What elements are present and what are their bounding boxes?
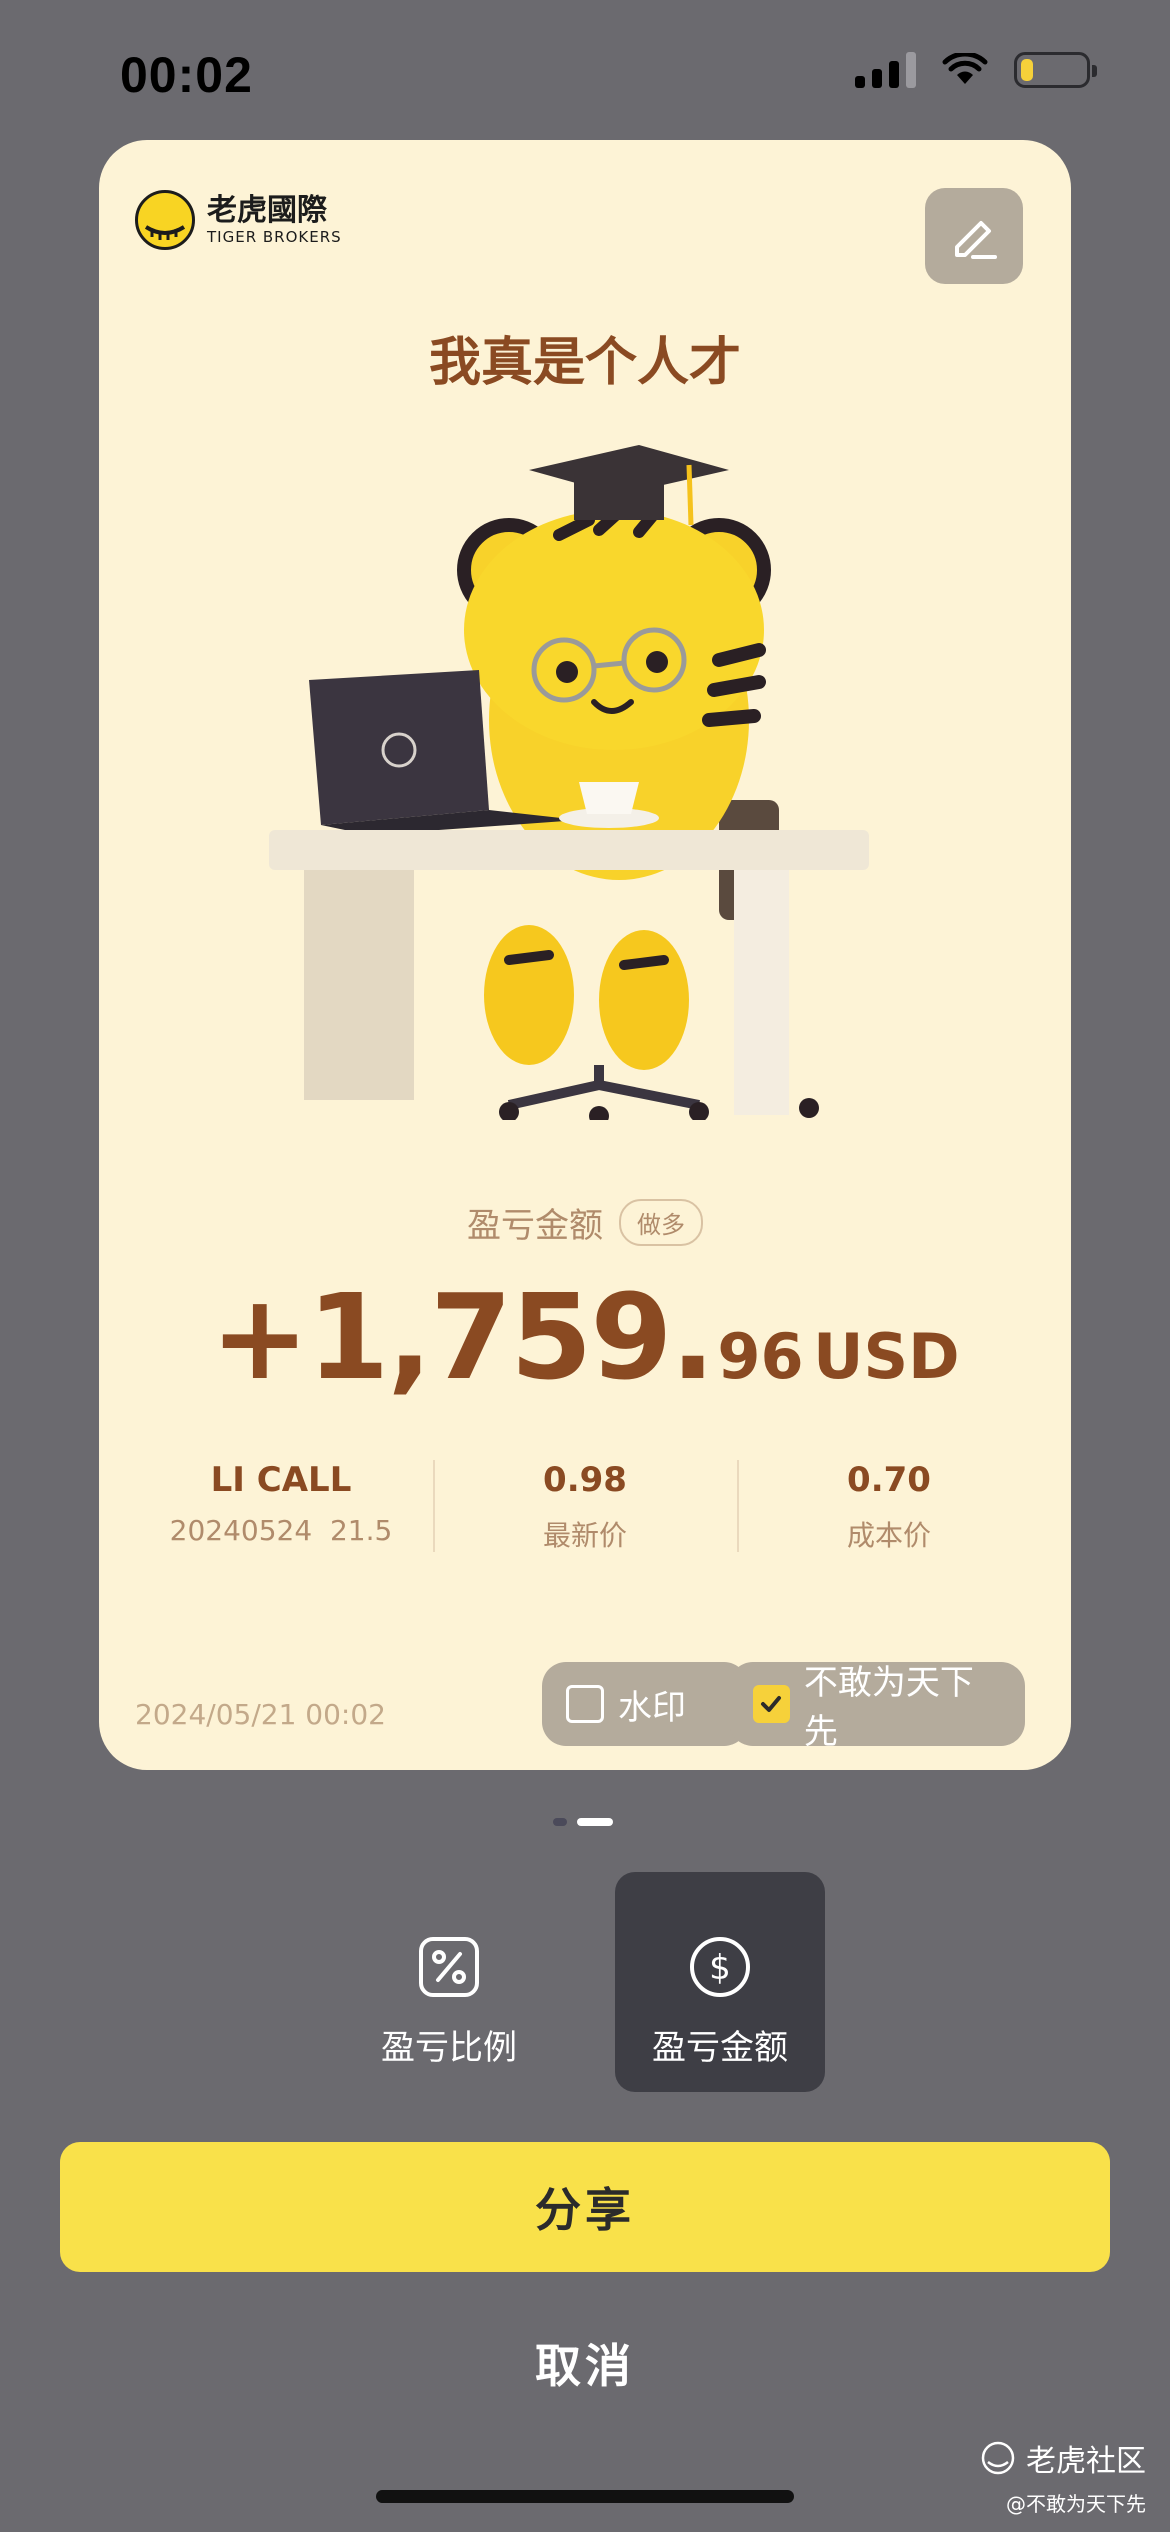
latest-price-value: 0.98: [543, 1460, 627, 1500]
tiger-community-icon: [981, 2441, 1015, 2475]
svg-text:$: $: [709, 1948, 731, 1988]
pnl-label-row: 盈亏金额 做多: [99, 1198, 1071, 1247]
tiger-brokers-logo: 老虎國際 TIGER BROKERS: [135, 190, 342, 250]
dollar-icon: $: [690, 1937, 750, 1997]
amount-decimals: 96: [717, 1320, 804, 1393]
share-button[interactable]: 分享: [60, 2142, 1110, 2272]
status-time: 00:02: [120, 47, 253, 103]
tiger-mascot-illustration: [269, 445, 869, 1120]
stat-cost-price: 0.70 成本价: [737, 1460, 1041, 1554]
cancel-button[interactable]: 取消: [0, 2330, 1170, 2396]
wifi-icon: [942, 53, 988, 84]
tiger-logo-icon: [135, 190, 195, 250]
mode-pnl-ratio-button[interactable]: 盈亏比例: [344, 1872, 554, 2092]
card-date: 2024/05/21 00:02: [135, 1698, 386, 1731]
edit-pencil-icon: [955, 221, 997, 259]
amount-main: +1,759.: [210, 1268, 715, 1406]
cost-price-label: 成本价: [846, 1519, 931, 1552]
watermark-user: @不敢为天下先: [1006, 2492, 1146, 2516]
stat-contract: LI CALL 20240524 21.5: [129, 1460, 433, 1554]
watermark-toggle[interactable]: 水印: [542, 1662, 748, 1746]
nickname-checkbox[interactable]: [753, 1685, 790, 1723]
pnl-amount: +1,759.96 USD: [99, 1268, 1071, 1406]
edit-button[interactable]: [925, 188, 1023, 284]
community-name: 老虎社区: [1026, 2444, 1146, 2479]
currency: USD: [813, 1320, 960, 1393]
watermark-checkbox[interactable]: [566, 1685, 604, 1723]
contract-name: LI CALL: [210, 1460, 352, 1500]
stat-latest-price: 0.98 最新价: [433, 1460, 737, 1554]
home-indicator[interactable]: [376, 2490, 794, 2503]
community-watermark: 老虎社区: [980, 2436, 1146, 2480]
cellular-signal-icon: [855, 52, 916, 88]
share-card: 老虎國際 TIGER BROKERS 我真是个人才 盈亏金额 做多 +1,759…: [99, 140, 1071, 1770]
mode-pnl-amount-label: 盈亏金额: [652, 2028, 788, 2068]
mode-pnl-ratio-label: 盈亏比例: [381, 2028, 517, 2068]
mode-pnl-amount-button[interactable]: $ 盈亏金额: [615, 1872, 825, 2092]
stats-row: LI CALL 20240524 21.5 0.98 最新价 0.70 成本价: [129, 1460, 1041, 1554]
nickname-label: 不敢为天下先: [803, 1663, 974, 1752]
percent-icon: [419, 1937, 479, 1997]
pagination-dots: [553, 1818, 613, 1826]
headline: 我真是个人才: [428, 333, 741, 393]
battery-icon: [1014, 52, 1097, 88]
battery-level: [1021, 59, 1033, 81]
watermark-label: 水印: [618, 1687, 686, 1728]
brand-name-en: TIGER BROKERS: [207, 228, 342, 246]
position-tag: 做多: [619, 1199, 703, 1246]
contract-detail: 20240524 21.5: [169, 1514, 393, 1547]
cost-price-value: 0.70: [847, 1460, 931, 1500]
status-icons: [855, 52, 1097, 88]
latest-price-label: 最新价: [542, 1519, 627, 1552]
page-dot-1[interactable]: [553, 1818, 567, 1826]
page-dot-2[interactable]: [577, 1818, 613, 1826]
brand-name-cn: 老虎國際: [207, 193, 327, 228]
pnl-label: 盈亏金额: [467, 1206, 603, 1246]
nickname-toggle[interactable]: 不敢为天下先: [729, 1662, 1025, 1752]
